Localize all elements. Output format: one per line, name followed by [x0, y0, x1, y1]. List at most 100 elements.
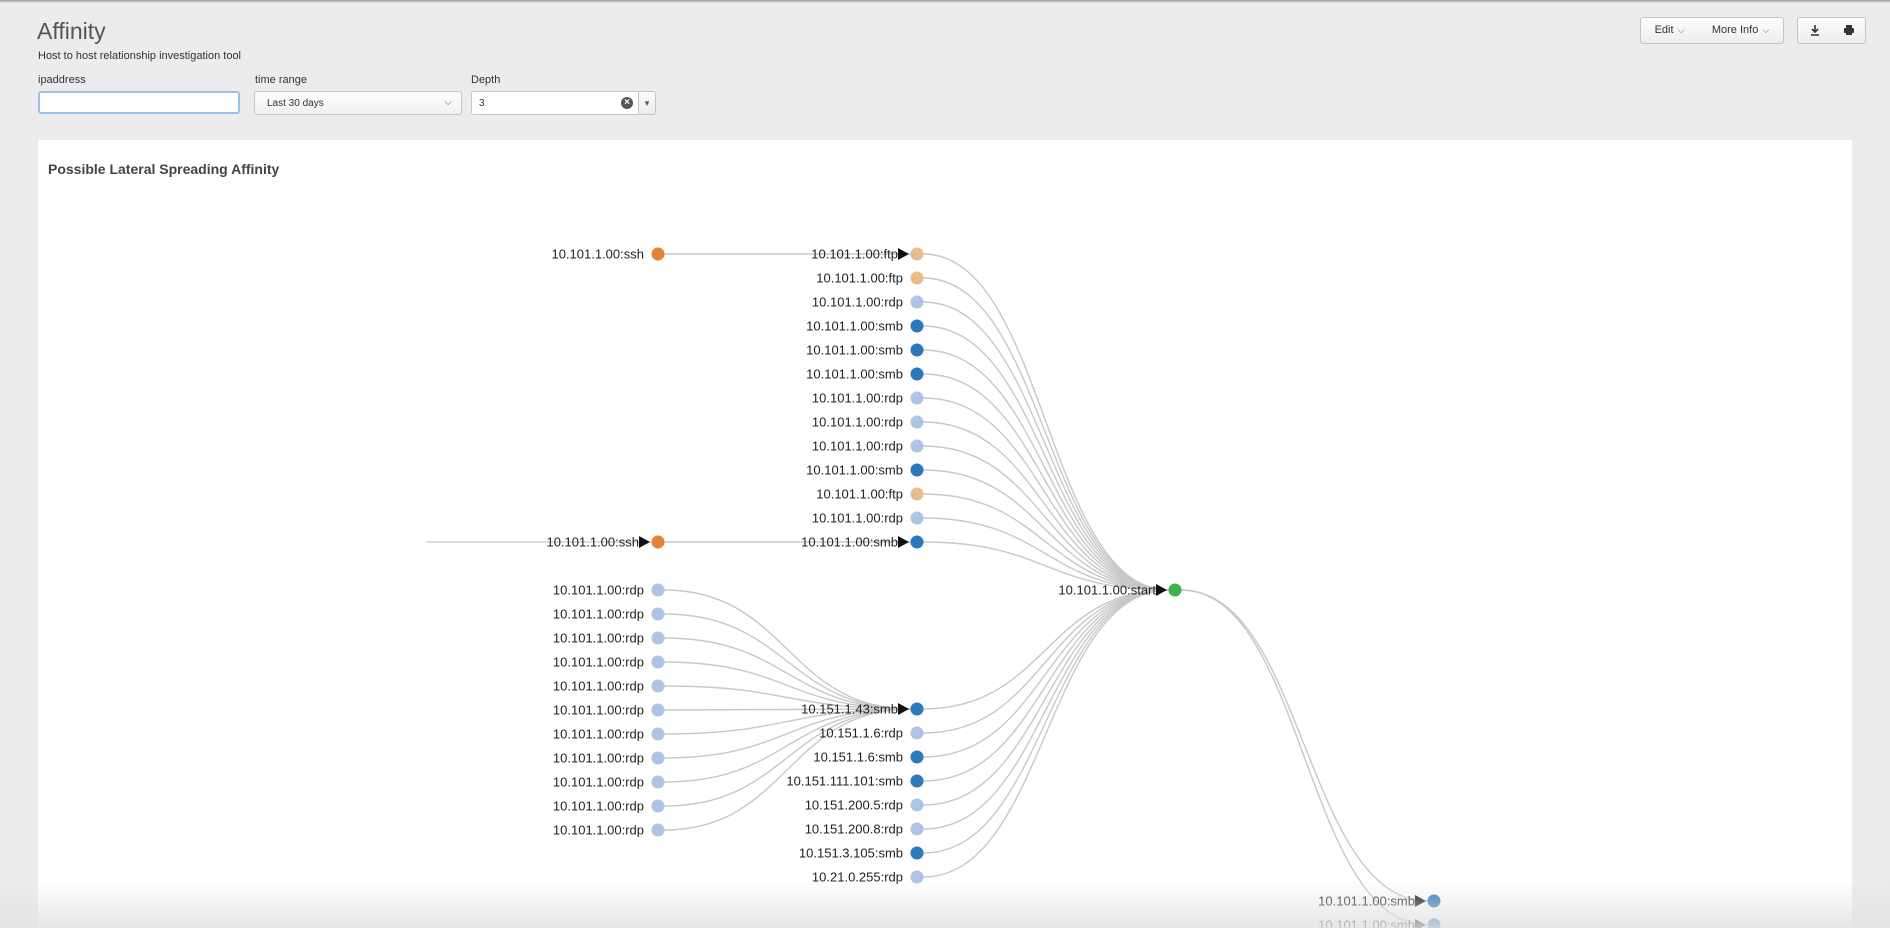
node-label: 10.21.0.255:rdp [812, 870, 903, 885]
graph-link [1180, 589, 1429, 926]
arrow-icon [898, 248, 909, 260]
node-label: 10.151.111.101:smb [786, 774, 903, 789]
graph-node[interactable]: 10.101.1.00:rdp [553, 775, 665, 790]
node-label: 10.101.1.00:rdp [553, 703, 644, 718]
node-label: 10.101.1.00:smb [1318, 894, 1415, 909]
node-circle[interactable] [910, 391, 924, 405]
graph-node[interactable]: 10.101.1.00:rdp [553, 655, 665, 670]
graph-node[interactable]: 10.101.1.00:smb [806, 367, 924, 382]
graph-node[interactable]: 10.101.1.00:rdp [812, 511, 924, 526]
graph-node[interactable]: 10.151.200.5:rdp [805, 798, 924, 813]
graph-node[interactable]: 10.151.1.6:rdp [819, 726, 924, 741]
graph-node[interactable]: 10.101.1.00:rdp [553, 823, 665, 838]
node-circle[interactable] [910, 319, 924, 333]
graph-node[interactable]: 10.101.1.00:start [1058, 583, 1182, 598]
node-circle[interactable] [910, 343, 924, 357]
graph-node[interactable]: 10.151.3.105:smb [799, 846, 924, 861]
graph-node[interactable]: 10.101.1.00:rdp [553, 799, 665, 814]
graph-node[interactable]: 10.101.1.00:smb [806, 319, 924, 334]
graph-node[interactable]: 10.101.1.00:rdp [812, 439, 924, 454]
graph-link [922, 253, 1170, 591]
node-circle[interactable] [910, 271, 924, 285]
node-label: 10.101.1.00:rdp [553, 583, 644, 598]
node-circle[interactable] [910, 295, 924, 309]
node-label: 10.101.1.00:rdp [553, 607, 644, 622]
node-circle[interactable] [651, 535, 665, 549]
graph-node[interactable]: 10.151.1.6:smb [813, 750, 924, 765]
node-circle[interactable] [910, 367, 924, 381]
graph-node[interactable]: 10.101.1.00:rdp [553, 679, 665, 694]
node-label: 10.151.3.105:smb [799, 846, 903, 861]
node-circle[interactable] [910, 774, 924, 788]
graph-link [663, 613, 912, 710]
node-circle[interactable] [651, 775, 665, 789]
graph-node[interactable]: 10.101.1.00:rdp [812, 295, 924, 310]
node-label: 10.101.1.00:rdp [553, 679, 644, 694]
node-circle[interactable] [910, 487, 924, 501]
node-circle[interactable] [651, 631, 665, 645]
graph-node[interactable]: 10.101.1.00:smb [801, 535, 924, 550]
node-circle[interactable] [651, 655, 665, 669]
graph-node[interactable]: 10.101.1.00:rdp [553, 631, 665, 646]
graph-node[interactable]: 10.21.0.255:rdp [812, 870, 924, 885]
node-circle[interactable] [910, 822, 924, 836]
node-circle[interactable] [910, 726, 924, 740]
graph-link [922, 493, 1170, 591]
node-circle[interactable] [910, 750, 924, 764]
graph-node[interactable]: 10.151.200.8:rdp [805, 822, 924, 837]
node-circle[interactable] [910, 247, 924, 261]
node-circle[interactable] [651, 247, 665, 261]
node-label: 10.101.1.00:ssh [551, 247, 644, 262]
graph-node[interactable]: 10.101.1.00:ftp [811, 247, 924, 262]
node-circle[interactable] [910, 511, 924, 525]
graph-node[interactable]: 10.101.1.00:ssh [546, 535, 665, 550]
node-circle[interactable] [910, 535, 924, 549]
node-circle[interactable] [1168, 583, 1182, 597]
node-circle[interactable] [651, 583, 665, 597]
node-circle[interactable] [910, 439, 924, 453]
arrow-icon [1415, 919, 1426, 928]
node-circle[interactable] [1427, 918, 1441, 928]
graph-node[interactable]: 10.101.1.00:rdp [553, 583, 665, 598]
node-label: 10.101.1.00:rdp [553, 655, 644, 670]
graph-node[interactable]: 10.101.1.00:rdp [812, 391, 924, 406]
graph-node[interactable]: 10.101.1.00:rdp [553, 703, 665, 718]
node-circle[interactable] [651, 607, 665, 621]
node-circle[interactable] [910, 702, 924, 716]
node-circle[interactable] [910, 798, 924, 812]
graph-node[interactable]: 10.101.1.00:rdp [812, 415, 924, 430]
graph-node[interactable]: 10.151.1.43:smb [801, 702, 924, 717]
graph-node[interactable]: 10.151.111.101:smb [786, 774, 924, 789]
node-circle[interactable] [910, 463, 924, 477]
node-circle[interactable] [651, 751, 665, 765]
graph-node[interactable]: 10.101.1.00:smb [806, 343, 924, 358]
node-circle[interactable] [910, 870, 924, 884]
graph-node[interactable]: 10.101.1.00:ftp [816, 271, 924, 286]
arrow-icon [1156, 584, 1167, 596]
node-label: 10.101.1.00:rdp [553, 823, 644, 838]
graph-link [922, 469, 1170, 591]
graph-node[interactable]: 10.101.1.00:ftp [816, 487, 924, 502]
arrow-icon [898, 536, 909, 548]
graph-node[interactable]: 10.101.1.00:smb [1318, 894, 1441, 909]
graph-node[interactable]: 10.101.1.00:rdp [553, 607, 665, 622]
node-circle[interactable] [910, 846, 924, 860]
node-circle[interactable] [651, 799, 665, 813]
node-label: 10.151.1.6:rdp [819, 726, 903, 741]
graph-node[interactable]: 10.101.1.00:rdp [553, 751, 665, 766]
node-label: 10.151.200.5:rdp [805, 798, 903, 813]
node-circle[interactable] [1427, 894, 1441, 908]
graph-node[interactable]: 10.101.1.00:smb [806, 463, 924, 478]
arrow-icon [898, 703, 909, 715]
node-circle[interactable] [651, 679, 665, 693]
graph-node[interactable]: 10.101.1.00:rdp [553, 727, 665, 742]
node-circle[interactable] [651, 727, 665, 741]
graph-node[interactable]: 10.101.1.00:ssh [551, 247, 665, 262]
graph-link [922, 589, 1170, 806]
graph-node[interactable]: 10.101.1.00:smb [1318, 918, 1441, 928]
graph-link [922, 589, 1170, 854]
node-circle[interactable] [651, 823, 665, 837]
node-circle[interactable] [651, 703, 665, 717]
node-circle[interactable] [910, 415, 924, 429]
graph-link [663, 589, 912, 710]
